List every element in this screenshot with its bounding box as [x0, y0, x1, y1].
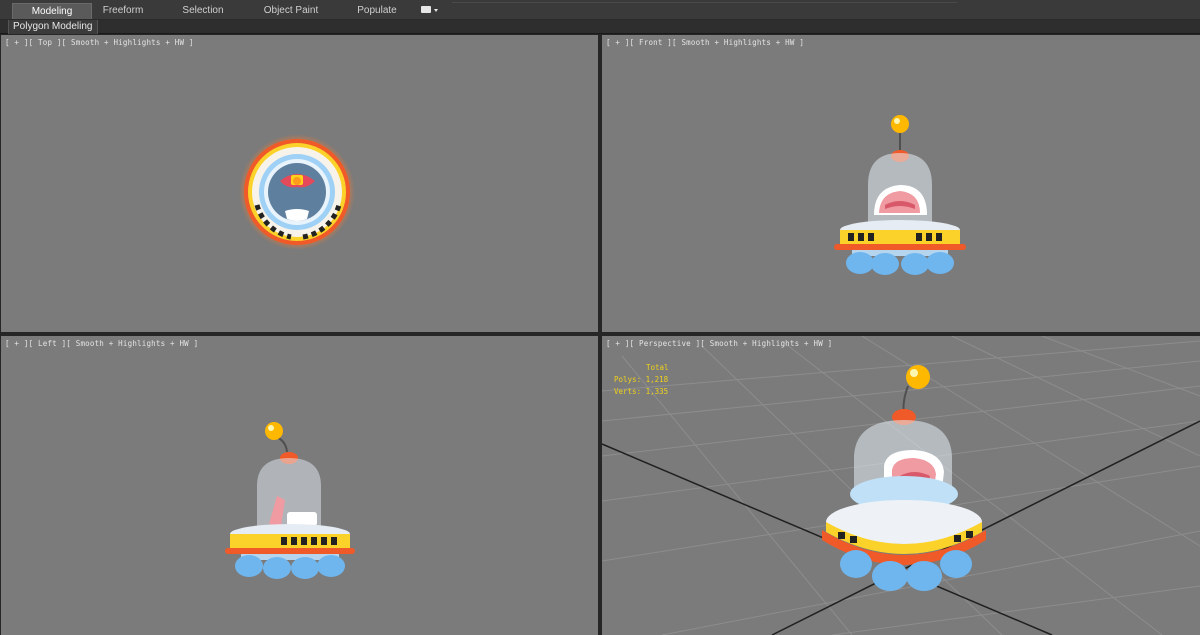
statistics-overlay: Total Polys: 1,218 Verts: 1,335 [614, 362, 669, 398]
viewport-front[interactable]: [ + ][ Front ][ Smooth + Highlights + HW… [602, 35, 1200, 332]
tab-freeform[interactable]: Freeform [92, 3, 154, 19]
stats-verts-row: Verts: 1,335 [614, 386, 669, 398]
ribbon-tabbar: Modeling Freeform Selection Object Paint… [0, 0, 1200, 20]
viewport-label-perspective[interactable]: [ + ][ Perspective ][ Smooth + Highlight… [606, 339, 832, 348]
chevron-down-icon [434, 9, 438, 12]
menu-dropdown-icon[interactable] [421, 5, 439, 15]
tab-modeling[interactable]: Modeling [12, 3, 92, 19]
perspective-grid [602, 336, 1200, 635]
stats-polys-value: 1,218 [645, 375, 669, 384]
ribbon-divider [452, 2, 957, 3]
ufo-model-front [834, 115, 966, 275]
viewport-perspective[interactable]: [ + ][ Perspective ][ Smooth + Highlight… [602, 336, 1200, 635]
ribbon-panel-label[interactable]: Polygon Modeling [8, 20, 98, 34]
stats-verts-label: Verts: [614, 387, 642, 396]
tab-object-paint[interactable]: Object Paint [256, 3, 326, 19]
stats-verts-value: 1,335 [645, 387, 669, 396]
ribbon-panel-row: Polygon Modeling [0, 20, 1200, 34]
stats-polys-row: Polys: 1,218 [614, 374, 669, 386]
panel-icon [421, 6, 431, 13]
stats-polys-label: Polys: [614, 375, 642, 384]
stats-header: Total [646, 363, 669, 372]
ufo-model-top [239, 134, 355, 250]
tab-selection[interactable]: Selection [170, 3, 236, 19]
viewport-top[interactable]: [ + ][ Top ][ Smooth + Highlights + HW ] [1, 35, 598, 332]
viewport-left[interactable]: [ + ][ Left ][ Smooth + Highlights + HW … [1, 336, 598, 635]
tab-populate[interactable]: Populate [347, 3, 407, 19]
app-window: Modeling Freeform Selection Object Paint… [0, 0, 1200, 635]
ufo-model-left [225, 422, 355, 579]
